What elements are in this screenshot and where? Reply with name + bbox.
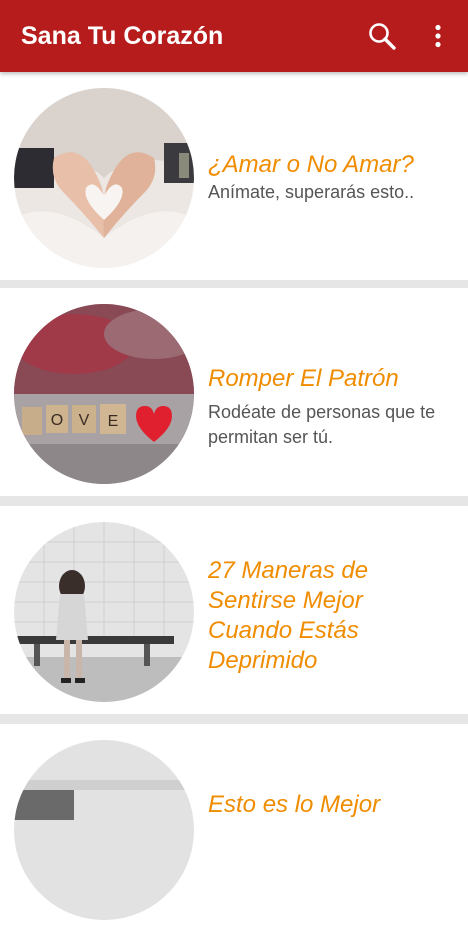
more-vert-icon [435, 24, 441, 48]
heart-hands-photo [14, 88, 194, 268]
article-title: ¿Amar o No Amar? [208, 151, 414, 178]
article-card[interactable]: O V E Romper El Patrón Rodéate de person… [0, 288, 468, 496]
more-options-button[interactable] [416, 14, 460, 58]
article-thumbnail [14, 740, 194, 920]
article-title: Romper El Patrón [208, 365, 399, 392]
svg-text:E: E [108, 413, 119, 430]
article-thumbnail [14, 522, 194, 702]
article-title: Esto es lo Mejor [208, 791, 381, 818]
article-card[interactable]: Esto es lo Mejor [0, 724, 468, 932]
app-title: Sana Tu Corazón [21, 21, 224, 50]
search-button[interactable] [360, 14, 404, 58]
article-thumbnail [14, 88, 194, 268]
article-thumbnail: O V E [14, 304, 194, 484]
article-subtitle: Anímate, superarás esto.. [208, 182, 415, 202]
app-bar: Sana Tu Corazón [0, 0, 468, 72]
svg-text:V: V [79, 412, 90, 429]
grey-photo [14, 740, 194, 920]
love-tiles-photo: O V E [14, 304, 194, 484]
article-subtitle: Rodéate de personas que te permitan ser … [208, 402, 436, 447]
svg-text:O: O [51, 412, 63, 429]
sad-woman-bench-photo [14, 522, 194, 702]
article-card[interactable]: ¿Amar o No Amar? Anímate, superarás esto… [0, 72, 468, 280]
search-icon [369, 23, 396, 50]
article-title: 27 Maneras de Sentirse Mejor Cuando Está… [208, 557, 369, 674]
article-card[interactable]: 27 Maneras de Sentirse Mejor Cuando Está… [0, 506, 468, 714]
